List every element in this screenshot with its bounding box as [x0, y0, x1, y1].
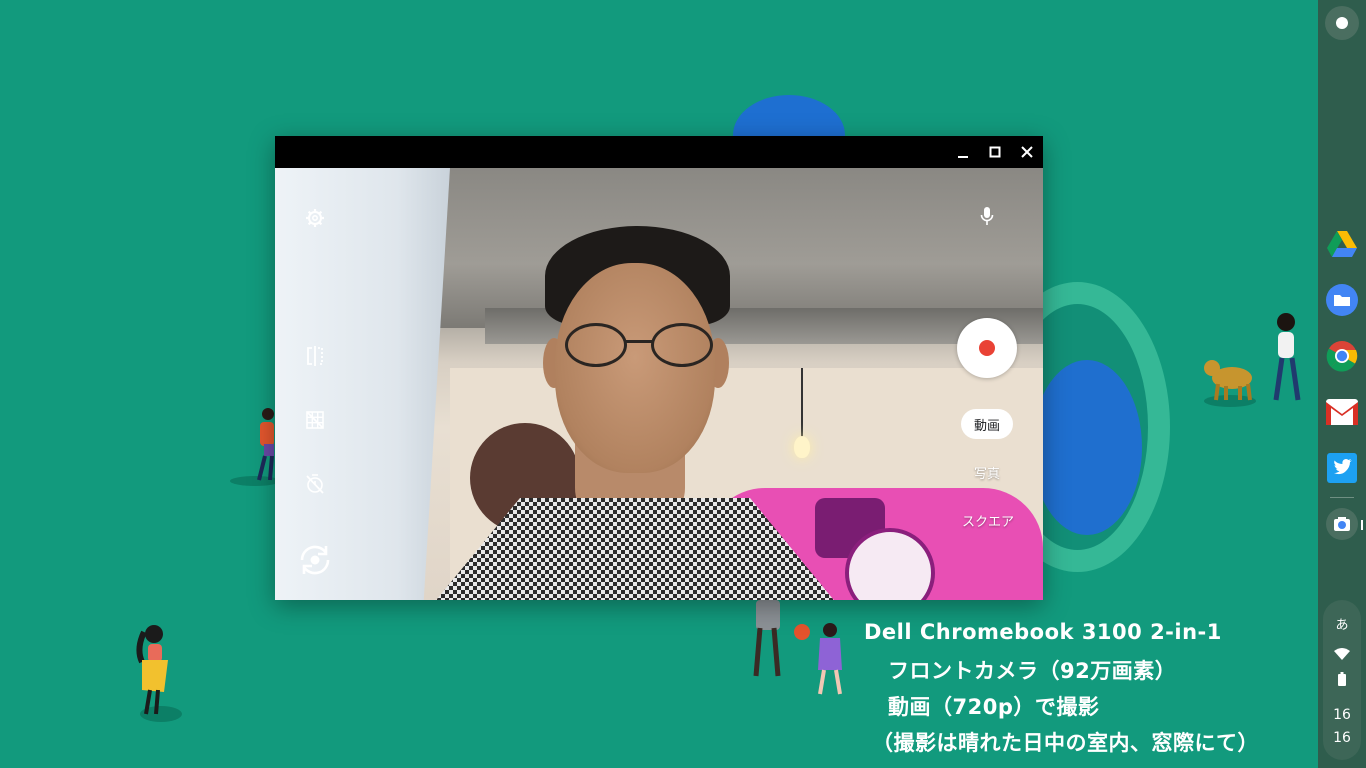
grid-off-icon: [306, 411, 324, 429]
caption-line: 動画（720p）で撮影: [888, 695, 1100, 719]
twitter-icon: [1327, 453, 1357, 483]
timer-off-icon: [306, 474, 324, 494]
shelf-divider: [1330, 497, 1354, 498]
preview-glasses-bridge: [625, 340, 653, 343]
microphone-toggle[interactable]: [973, 202, 1001, 230]
wallpaper-person-walker: [1273, 313, 1301, 401]
chrome-icon: [1326, 341, 1358, 372]
grid-toggle[interactable]: [301, 406, 329, 434]
close-icon: [1021, 146, 1033, 158]
app-gmail[interactable]: [1326, 396, 1358, 428]
switch-camera-icon: [300, 545, 330, 575]
camera-preview: 動画 写真 スクエア: [275, 168, 1043, 600]
record-icon: [979, 340, 995, 356]
wallpaper-person-yellow: [136, 625, 168, 715]
minimize-icon: [958, 156, 968, 158]
launcher-icon: [1336, 17, 1348, 29]
settings-button[interactable]: [301, 204, 329, 232]
running-indicator: [1361, 520, 1363, 530]
app-chrome[interactable]: [1326, 340, 1358, 372]
camera-icon: [1326, 508, 1358, 540]
files-icon: [1326, 284, 1358, 316]
google-drive-icon: [1327, 231, 1357, 257]
camera-window: 動画 写真 スクエア: [275, 136, 1043, 600]
timer-toggle[interactable]: [301, 470, 329, 498]
mirror-toggle[interactable]: [301, 342, 329, 370]
launcher-button[interactable]: [1325, 6, 1359, 40]
app-google-drive[interactable]: [1326, 228, 1358, 260]
preview-pillar: [275, 168, 450, 600]
clock-hour: 16: [1333, 707, 1351, 723]
mode-square[interactable]: スクエア: [953, 505, 1023, 535]
app-files[interactable]: [1326, 284, 1358, 316]
switch-camera-button[interactable]: [293, 538, 337, 582]
wallpaper-person-purple: [794, 623, 842, 695]
preview-glasses: [565, 323, 627, 367]
window-titlebar[interactable]: [275, 136, 1043, 168]
wallpaper-ring-center: [1032, 360, 1142, 535]
clock-minute: 16: [1333, 730, 1351, 746]
gear-icon: [306, 209, 324, 227]
wifi-icon: [1334, 648, 1350, 660]
microphone-icon: [980, 207, 994, 225]
caption-line: Dell Chromebook 3100 2-in-1: [864, 620, 1222, 644]
mode-photo[interactable]: 写真: [959, 457, 1015, 487]
app-twitter[interactable]: [1326, 452, 1358, 484]
caption-line: （撮影は晴れた日中の室内、窓際にて）: [872, 731, 1259, 755]
record-button[interactable]: [957, 318, 1017, 378]
close-button[interactable]: [1011, 136, 1043, 168]
gmail-icon: [1326, 399, 1358, 425]
app-camera[interactable]: [1326, 508, 1358, 540]
minimize-button[interactable]: [947, 136, 979, 168]
mode-video[interactable]: 動画: [961, 409, 1013, 439]
battery-icon: [1338, 672, 1346, 686]
maximize-icon: [989, 146, 1001, 158]
preview-lamp-cord: [801, 368, 803, 438]
mirror-icon: [307, 346, 323, 366]
preview-ceiling: [435, 168, 1043, 328]
preview-glasses: [651, 323, 713, 367]
wallpaper-person-grey: [753, 600, 781, 677]
preview-face: [555, 263, 715, 473]
ime-indicator[interactable]: あ: [1323, 614, 1361, 633]
maximize-button[interactable]: [979, 136, 1011, 168]
preview-lamp: [794, 436, 810, 458]
caption-line: フロントカメラ（92万画素）: [888, 659, 1177, 683]
wallpaper-dog: [1204, 360, 1252, 401]
